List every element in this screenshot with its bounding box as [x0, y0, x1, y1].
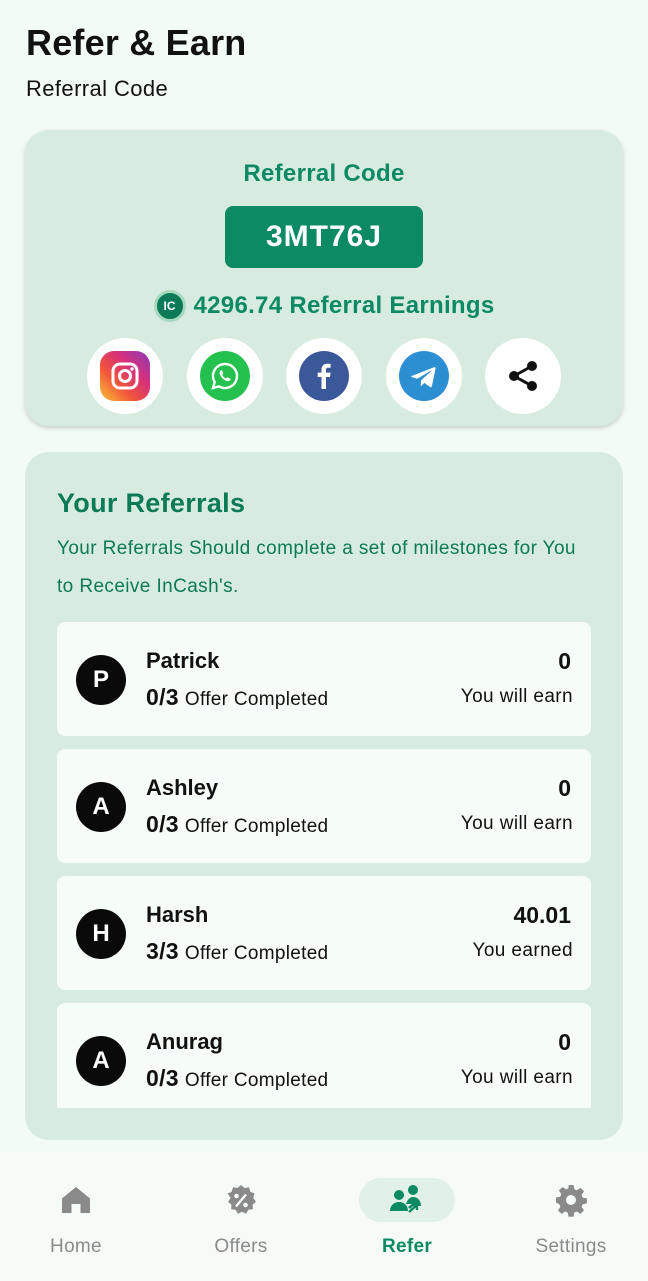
share-more-button[interactable] [485, 338, 561, 414]
referral-name: Patrick [146, 648, 220, 673]
nav-label-offers: Offers [214, 1236, 268, 1257]
nav-label-settings: Settings [535, 1236, 607, 1257]
referral-item[interactable]: A Ashley 0/3 Offer Completed 0 You will e… [57, 749, 591, 863]
telegram-icon [399, 351, 449, 401]
referral-status: Offer Completed [184, 1070, 329, 1091]
referral-count: 0/3 [146, 1065, 179, 1091]
referral-code-card: Referral Code 3MT76J IC 4296.74 Referral… [25, 130, 623, 426]
referral-name: Anurag [146, 1029, 223, 1054]
referrals-list[interactable]: P Patrick 0/3 Offer Completed 0 You will … [57, 622, 591, 1108]
referral-count: 3/3 [146, 938, 179, 964]
referral-progress: 3/3 Offer Completed [146, 938, 328, 965]
referral-status: Offer Completed [184, 816, 329, 837]
referral-name: Harsh [146, 902, 209, 927]
refer-icon [359, 1178, 455, 1222]
referral-amount: 0 [558, 648, 571, 674]
referral-earnings: IC 4296.74 Referral Earnings [25, 290, 623, 322]
referral-item[interactable]: H Harsh 3/3 Offer Completed 40.01 You ear… [57, 876, 591, 990]
referrals-description: Your Referrals Should complete a set of … [57, 538, 576, 597]
referral-code-title: Referral Code [243, 160, 405, 187]
share-telegram-button[interactable] [386, 338, 462, 414]
coin-icon: IC [153, 290, 186, 322]
avatar: A [76, 1036, 126, 1086]
share-row [87, 338, 561, 414]
referral-count: 0/3 [146, 811, 179, 837]
referral-amount: 0 [558, 1029, 571, 1055]
nav-item-settings[interactable]: Settings [511, 1178, 631, 1258]
avatar: H [76, 909, 126, 959]
home-icon [28, 1178, 124, 1222]
referral-count: 0/3 [146, 684, 179, 710]
share-icon [498, 351, 548, 401]
page-title: Refer & Earn [26, 22, 247, 63]
referral-item[interactable]: A Anurag 0/3 Offer Completed 0 You will e… [57, 1003, 591, 1108]
offers-icon [193, 1178, 289, 1222]
referral-status: Offer Completed [184, 689, 329, 710]
avatar: A [76, 782, 126, 832]
referral-earnings-text: 4296.74 Referral Earnings [193, 292, 495, 319]
avatar: P [76, 655, 126, 705]
share-facebook-button[interactable] [286, 338, 362, 414]
referral-earn-label: You will earn [460, 1067, 573, 1088]
nav-item-offers[interactable]: Offers [181, 1178, 301, 1258]
referral-progress: 0/3 Offer Completed [146, 684, 328, 711]
nav-label-home: Home [50, 1236, 102, 1257]
referral-earn-label: You earned [472, 940, 573, 961]
referral-status: Offer Completed [184, 943, 329, 964]
instagram-icon [100, 351, 150, 401]
referrals-title: Your Referrals [57, 488, 246, 518]
share-instagram-button[interactable] [87, 338, 163, 414]
referral-item[interactable]: P Patrick 0/3 Offer Completed 0 You will … [57, 622, 591, 736]
referral-earn-label: You will earn [460, 813, 573, 834]
referral-code-button[interactable]: 3MT76J [225, 206, 423, 268]
header: Refer & Earn Referral Code [26, 22, 246, 102]
bottom-nav: Home Offers Refer Settings [0, 1152, 648, 1281]
page-subtitle: Referral Code [26, 76, 169, 101]
referral-amount: 0 [558, 775, 571, 801]
whatsapp-icon [200, 351, 250, 401]
share-whatsapp-button[interactable] [187, 338, 263, 414]
nav-item-refer[interactable]: Refer [347, 1178, 467, 1258]
nav-item-home[interactable]: Home [16, 1178, 136, 1258]
referral-progress: 0/3 Offer Completed [146, 811, 328, 838]
facebook-icon [299, 351, 349, 401]
nav-label-refer: Refer [381, 1236, 433, 1257]
referral-amount: 40.01 [513, 902, 571, 928]
referral-name: Ashley [146, 775, 219, 800]
gear-icon [523, 1178, 619, 1222]
referral-progress: 0/3 Offer Completed [146, 1065, 328, 1092]
referrals-card: Your Referrals Your Referrals Should com… [25, 452, 623, 1140]
referral-earn-label: You will earn [460, 686, 573, 707]
